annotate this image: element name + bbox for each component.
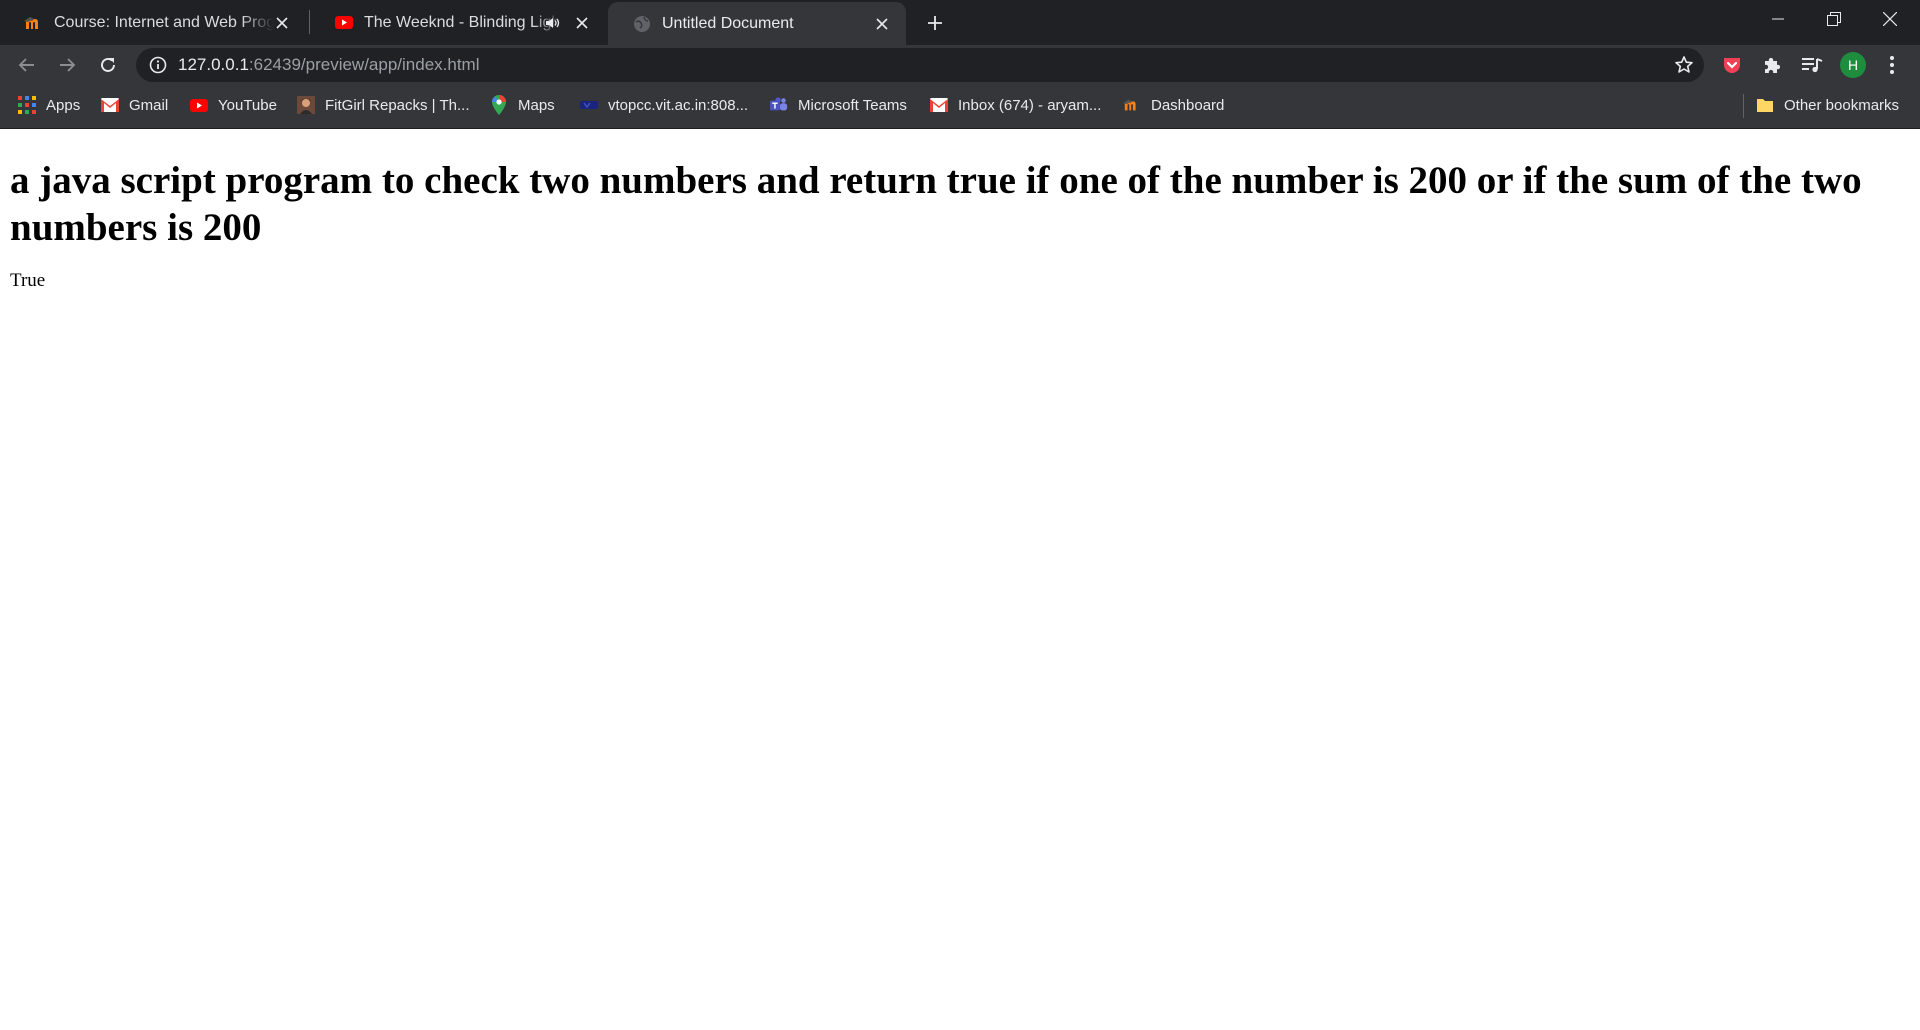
bookmark-label: vtopcc.vit.ac.in:808... <box>608 96 749 114</box>
bookmark-label: Gmail <box>129 96 169 114</box>
bookmark-label: Maps <box>518 96 555 114</box>
bookmark-maps[interactable]: Maps <box>490 85 555 125</box>
bookmark-label: Other bookmarks <box>1784 96 1900 114</box>
forward-button[interactable] <box>51 49 83 81</box>
bookmark-vtop[interactable]: vtopcc.vit.ac.in:808... <box>580 85 748 125</box>
bookmark-gmail[interactable]: Gmail <box>101 85 168 125</box>
close-tab-icon[interactable] <box>872 14 892 34</box>
bookmark-youtube[interactable]: YouTube <box>190 85 277 125</box>
url-text: 127.0.0.1:62439/preview/app/index.html <box>178 55 480 75</box>
close-tab-icon[interactable] <box>572 13 592 33</box>
restore-button[interactable] <box>1806 0 1862 38</box>
bookmark-label: Apps <box>46 96 81 114</box>
extensions-puzzle-icon[interactable] <box>1756 49 1788 81</box>
star-icon[interactable] <box>1674 55 1694 75</box>
youtube-icon <box>334 13 354 33</box>
new-tab-button[interactable] <box>920 8 950 38</box>
bookmark-inbox[interactable]: Inbox (674) - aryam... <box>930 85 1101 125</box>
globe-icon <box>632 14 652 34</box>
browser-toolbar: 127.0.0.1:62439/preview/app/index.html H <box>0 45 1920 85</box>
close-window-button[interactable] <box>1862 0 1918 38</box>
bookmark-dashboard[interactable]: Dashboard <box>1123 85 1224 125</box>
bookmark-label: Dashboard <box>1151 96 1225 114</box>
bookmark-label: Microsoft Teams <box>798 96 907 114</box>
page-content: a java script program to check two numbe… <box>10 130 1915 292</box>
tab-title: Course: Internet and Web Progra <box>54 13 274 31</box>
back-button[interactable] <box>11 49 43 81</box>
tab-title: Untitled Document <box>662 14 794 32</box>
moodle-icon <box>24 13 44 33</box>
bookmark-teams[interactable]: Microsoft Teams <box>770 85 907 125</box>
tab-strip: Course: Internet and Web Progra The Week… <box>0 0 1920 45</box>
minimize-button[interactable] <box>1750 0 1806 38</box>
apps-grid-icon <box>18 96 36 114</box>
teams-icon <box>770 96 788 114</box>
reload-button[interactable] <box>92 49 124 81</box>
bookmark-label: FitGirl Repacks | Th... <box>325 96 470 114</box>
moodle-icon <box>1123 96 1141 114</box>
tab-course[interactable]: Course: Internet and Web Progra <box>0 0 306 45</box>
close-tab-icon[interactable] <box>272 13 292 33</box>
gmail-icon <box>101 96 119 114</box>
bookmarks-divider <box>1743 94 1744 118</box>
fitgirl-icon <box>297 96 315 114</box>
other-bookmarks-folder[interactable]: Other bookmarks <box>1756 85 1899 125</box>
folder-icon <box>1756 96 1774 114</box>
menu-kebab-icon[interactable] <box>1876 49 1908 81</box>
tab-title: The Weeknd - Blinding Light <box>364 13 562 31</box>
tab-untitled-document[interactable]: Untitled Document <box>608 2 906 45</box>
page-heading: a java script program to check two numbe… <box>10 159 1862 249</box>
speaker-icon[interactable] <box>544 14 562 32</box>
url-path: :62439/preview/app/index.html <box>248 55 480 74</box>
bookmark-label: YouTube <box>218 96 277 114</box>
pocket-extension-icon[interactable] <box>1716 49 1748 81</box>
site-info-icon[interactable] <box>148 55 168 75</box>
vit-icon <box>580 96 598 114</box>
gmail-icon <box>930 96 948 114</box>
tab-youtube[interactable]: The Weeknd - Blinding Light <box>310 0 606 45</box>
youtube-icon <box>190 96 208 114</box>
bookmarks-bar: Apps Gmail YouTube FitGirl Repacks | Th.… <box>0 85 1920 129</box>
maps-icon <box>490 95 508 115</box>
bookmark-apps[interactable]: Apps <box>18 85 80 125</box>
result-text: True <box>10 270 46 291</box>
address-bar[interactable]: 127.0.0.1:62439/preview/app/index.html <box>136 48 1704 82</box>
bookmark-label: Inbox (674) - aryam... <box>958 96 1102 114</box>
profile-avatar[interactable]: H <box>1840 52 1866 78</box>
media-controls-icon[interactable] <box>1796 49 1828 81</box>
url-host: 127.0.0.1 <box>178 55 249 74</box>
bookmark-fitgirl[interactable]: FitGirl Repacks | Th... <box>297 85 470 125</box>
